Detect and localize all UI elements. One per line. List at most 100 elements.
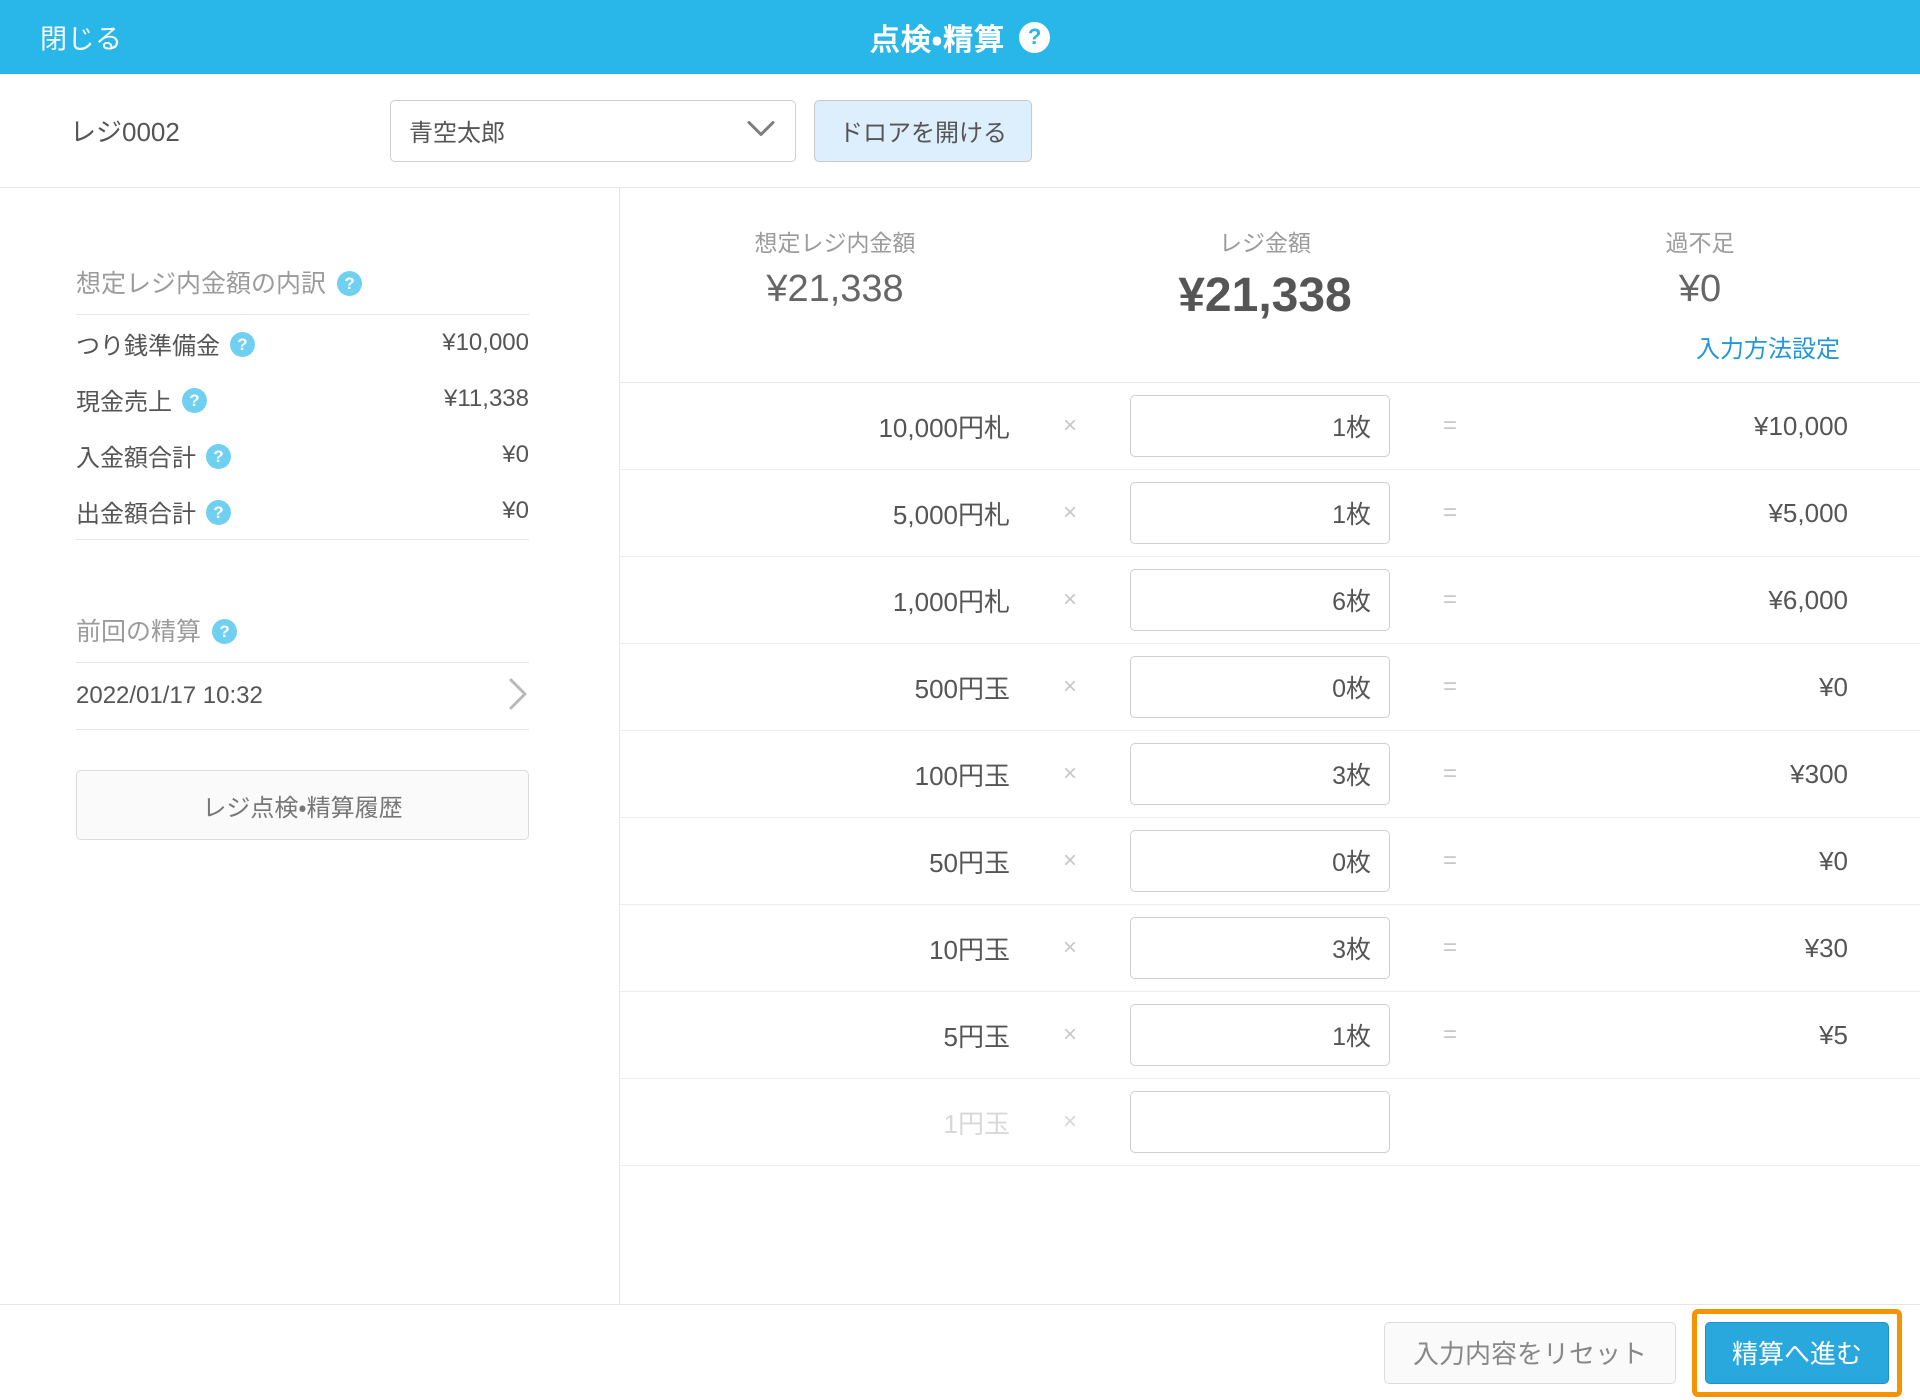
register-history-button[interactable]: レジ点検・精算履歴 (76, 770, 529, 840)
breakdown-row-value: ¥0 (502, 441, 529, 468)
last-settlement-help-icon[interactable]: ? (212, 618, 238, 644)
divider (76, 729, 529, 730)
close-button[interactable]: 閉じる (40, 18, 123, 57)
input-method-settings-link[interactable]: 入力方法設定 (1696, 329, 1840, 364)
denomination-list[interactable]: 10,000円札 × 1枚 = ¥10,000 5,000円札 × 1枚 = ¥… (620, 382, 1920, 1400)
breakdown-row-value: ¥11,338 (444, 385, 529, 412)
multiply-icon: × (1062, 412, 1077, 439)
denomination-subtotal: ¥5 (1819, 1019, 1848, 1050)
total-register-label: レジ金額 (1219, 230, 1311, 256)
denomination-subtotal: ¥0 (1819, 671, 1848, 702)
multiply-icon: × (1062, 586, 1077, 613)
quantity-input[interactable]: 6枚 (1130, 569, 1390, 631)
help-icon[interactable]: ? (182, 387, 207, 413)
breakdown-label-text: 入金額合計 (76, 444, 196, 472)
denomination-row-50: 50円玉 × 0枚 = ¥0 (620, 818, 1920, 905)
help-icon[interactable]: ? (206, 443, 231, 469)
breakdown-row-value: ¥0 (502, 497, 529, 524)
quantity-input[interactable]: 1枚 (1130, 1004, 1390, 1066)
total-register-value: ¥21,338 (1178, 269, 1352, 322)
equals-icon: = (1442, 760, 1457, 787)
help-icon[interactable]: ? (206, 499, 231, 525)
total-difference-label: 過不足 (1665, 230, 1735, 256)
denomination-name: 10,000円札 (878, 412, 1010, 443)
breakdown-help-icon[interactable]: ? (337, 270, 363, 296)
denomination-subtotal: ¥10,000 (1754, 410, 1848, 441)
denomination-name: 5円玉 (943, 1021, 1010, 1052)
body-area: 想定レジ内金額の内訳 ? つり銭準備金 ? ¥10,000 現金売上 ? ¥11… (0, 188, 1920, 1400)
quantity-input[interactable]: 1枚 (1130, 395, 1390, 457)
multiply-icon: × (1062, 760, 1077, 787)
staff-select-wrapper: 青空太郎 (390, 99, 796, 162)
quantity-input[interactable] (1130, 1091, 1390, 1153)
denomination-subtotal: ¥0 (1819, 845, 1848, 876)
breakdown-row-value: ¥10,000 (442, 329, 529, 356)
denomination-subtotal: ¥6,000 (1768, 584, 1848, 615)
denomination-row-5: 5円玉 × 1枚 = ¥5 (620, 992, 1920, 1079)
title-bar: 閉じる 点検・精算 ? (0, 0, 1920, 74)
quantity-input[interactable]: 0枚 (1130, 830, 1390, 892)
multiply-icon: × (1062, 499, 1077, 526)
multiply-icon: × (1062, 1108, 1077, 1135)
equals-icon: = (1442, 673, 1457, 700)
quantity-input[interactable]: 1枚 (1130, 482, 1390, 544)
last-settlement-datetime: 2022/01/17 10:32 (76, 682, 263, 709)
totals-row: 想定レジ内金額 ¥21,338 レジ金額 ¥21,338 過不足 ¥0 (620, 188, 1920, 323)
breakdown-row-label: 出金額合計 ? (76, 494, 231, 529)
denomination-row-500: 500円玉 × 0枚 = ¥0 (620, 644, 1920, 731)
settlement-screen: 閉じる 点検・精算 ? レジ0002 青空太郎 ドロアを開ける 想定レジ内金額の… (0, 0, 1920, 1400)
denomination-subtotal: ¥30 (1804, 932, 1848, 963)
sub-header: レジ0002 青空太郎 ドロアを開ける (0, 74, 1920, 188)
denomination-row-1: 1円玉 × (620, 1079, 1920, 1166)
sidebar: 想定レジ内金額の内訳 ? つり銭準備金 ? ¥10,000 現金売上 ? ¥11… (0, 188, 620, 1400)
input-method-row: 入力方法設定 (620, 323, 1920, 382)
multiply-icon: × (1062, 1021, 1077, 1048)
breakdown-row-label: 入金額合計 ? (76, 438, 231, 473)
denomination-name: 1,000円札 (892, 586, 1010, 617)
total-expected-value: ¥21,338 (766, 268, 904, 310)
page-title: 点検・精算 (869, 24, 1006, 57)
breakdown-row-cash-out: 出金額合計 ? ¥0 (76, 483, 529, 539)
title-bar-center: 点検・精算 ? (0, 15, 1920, 59)
breakdown-row-label: 現金売上 ? (76, 382, 207, 417)
equals-icon: = (1442, 1021, 1457, 1048)
last-settlement-title-label: 前回の精算 (76, 618, 202, 646)
quantity-input[interactable]: 3枚 (1130, 917, 1390, 979)
equals-icon: = (1442, 586, 1457, 613)
staff-select[interactable]: 青空太郎 (390, 99, 796, 162)
main-panel: 想定レジ内金額 ¥21,338 レジ金額 ¥21,338 過不足 ¥0 入力方法… (620, 188, 1920, 1400)
breakdown-row-cash-in: 入金額合計 ? ¥0 (76, 427, 529, 483)
denomination-row-10: 10円玉 × 3枚 = ¥30 (620, 905, 1920, 992)
denomination-row-100: 100円玉 × 3枚 = ¥300 (620, 731, 1920, 818)
total-expected: 想定レジ内金額 ¥21,338 (620, 212, 1050, 323)
equals-icon: = (1442, 934, 1457, 961)
quantity-input[interactable]: 3枚 (1130, 743, 1390, 805)
multiply-icon: × (1062, 934, 1077, 961)
proceed-to-settlement-button[interactable]: 精算へ進む (1704, 1321, 1889, 1384)
denomination-name: 50円玉 (929, 847, 1010, 878)
breakdown-row-change-fund: つり銭準備金 ? ¥10,000 (76, 315, 529, 371)
reset-input-button[interactable]: 入力内容をリセット (1383, 1321, 1676, 1384)
quantity-input[interactable]: 0枚 (1130, 656, 1390, 718)
denomination-name: 500円玉 (914, 673, 1010, 704)
total-expected-label: 想定レジ内金額 (754, 230, 916, 256)
help-circle-icon[interactable]: ? (1019, 21, 1051, 53)
denomination-subtotal: ¥300 (1790, 758, 1848, 789)
proceed-button-highlight: 精算へ進む (1691, 1308, 1902, 1397)
staff-select-value: 青空太郎 (409, 120, 505, 147)
breakdown-label-text: 現金売上 (76, 388, 172, 416)
total-difference-value: ¥0 (1678, 268, 1722, 310)
multiply-icon: × (1062, 673, 1077, 700)
last-settlement-title: 前回の精算 ? (76, 612, 529, 662)
multiply-icon: × (1062, 847, 1077, 874)
breakdown-row-cash-sales: 現金売上 ? ¥11,338 (76, 371, 529, 427)
denomination-name: 5,000円札 (892, 499, 1010, 530)
denomination-name: 10円玉 (929, 934, 1010, 965)
breakdown-label-text: 出金額合計 (76, 500, 196, 528)
equals-icon: = (1442, 499, 1457, 526)
open-drawer-button[interactable]: ドロアを開ける (814, 99, 1032, 162)
last-settlement-row[interactable]: 2022/01/17 10:32 (76, 663, 529, 729)
chevron-right-icon (507, 677, 529, 716)
help-icon[interactable]: ? (230, 331, 255, 357)
